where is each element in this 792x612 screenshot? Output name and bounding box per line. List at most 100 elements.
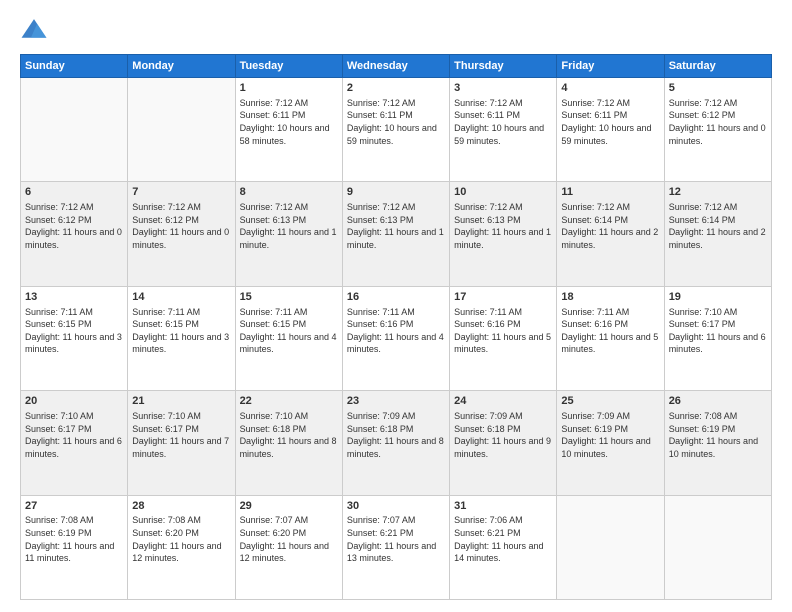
day-info: Sunrise: 7:08 AM Sunset: 6:19 PM Dayligh…	[669, 410, 767, 460]
calendar-cell: 11Sunrise: 7:12 AM Sunset: 6:14 PM Dayli…	[557, 182, 664, 286]
calendar-cell: 22Sunrise: 7:10 AM Sunset: 6:18 PM Dayli…	[235, 391, 342, 495]
weekday-header-tuesday: Tuesday	[235, 55, 342, 78]
day-info: Sunrise: 7:11 AM Sunset: 6:15 PM Dayligh…	[240, 306, 338, 356]
day-info: Sunrise: 7:09 AM Sunset: 6:19 PM Dayligh…	[561, 410, 659, 460]
day-info: Sunrise: 7:10 AM Sunset: 6:17 PM Dayligh…	[669, 306, 767, 356]
day-number: 30	[347, 499, 445, 514]
day-info: Sunrise: 7:07 AM Sunset: 6:21 PM Dayligh…	[347, 514, 445, 564]
calendar-cell: 31Sunrise: 7:06 AM Sunset: 6:21 PM Dayli…	[450, 495, 557, 599]
weekday-header-sunday: Sunday	[21, 55, 128, 78]
calendar-cell: 29Sunrise: 7:07 AM Sunset: 6:20 PM Dayli…	[235, 495, 342, 599]
weekday-header-thursday: Thursday	[450, 55, 557, 78]
day-info: Sunrise: 7:06 AM Sunset: 6:21 PM Dayligh…	[454, 514, 552, 564]
day-info: Sunrise: 7:12 AM Sunset: 6:12 PM Dayligh…	[132, 201, 230, 251]
day-info: Sunrise: 7:12 AM Sunset: 6:13 PM Dayligh…	[240, 201, 338, 251]
calendar-cell: 25Sunrise: 7:09 AM Sunset: 6:19 PM Dayli…	[557, 391, 664, 495]
day-number: 17	[454, 290, 552, 305]
calendar-cell: 7Sunrise: 7:12 AM Sunset: 6:12 PM Daylig…	[128, 182, 235, 286]
day-info: Sunrise: 7:12 AM Sunset: 6:11 PM Dayligh…	[240, 97, 338, 147]
day-info: Sunrise: 7:11 AM Sunset: 6:16 PM Dayligh…	[454, 306, 552, 356]
week-row-5: 27Sunrise: 7:08 AM Sunset: 6:19 PM Dayli…	[21, 495, 772, 599]
day-info: Sunrise: 7:12 AM Sunset: 6:11 PM Dayligh…	[561, 97, 659, 147]
day-info: Sunrise: 7:10 AM Sunset: 6:18 PM Dayligh…	[240, 410, 338, 460]
day-number: 20	[25, 394, 123, 409]
day-info: Sunrise: 7:11 AM Sunset: 6:15 PM Dayligh…	[132, 306, 230, 356]
calendar-cell: 17Sunrise: 7:11 AM Sunset: 6:16 PM Dayli…	[450, 286, 557, 390]
day-info: Sunrise: 7:12 AM Sunset: 6:14 PM Dayligh…	[561, 201, 659, 251]
week-row-4: 20Sunrise: 7:10 AM Sunset: 6:17 PM Dayli…	[21, 391, 772, 495]
day-info: Sunrise: 7:12 AM Sunset: 6:11 PM Dayligh…	[347, 97, 445, 147]
day-info: Sunrise: 7:11 AM Sunset: 6:15 PM Dayligh…	[25, 306, 123, 356]
weekday-header-saturday: Saturday	[664, 55, 771, 78]
day-number: 16	[347, 290, 445, 305]
calendar-cell: 13Sunrise: 7:11 AM Sunset: 6:15 PM Dayli…	[21, 286, 128, 390]
day-number: 10	[454, 185, 552, 200]
day-number: 27	[25, 499, 123, 514]
day-number: 26	[669, 394, 767, 409]
day-number: 23	[347, 394, 445, 409]
calendar-cell: 1Sunrise: 7:12 AM Sunset: 6:11 PM Daylig…	[235, 78, 342, 182]
day-number: 4	[561, 81, 659, 96]
calendar-cell	[21, 78, 128, 182]
day-info: Sunrise: 7:10 AM Sunset: 6:17 PM Dayligh…	[25, 410, 123, 460]
weekday-header-row: SundayMondayTuesdayWednesdayThursdayFrid…	[21, 55, 772, 78]
day-info: Sunrise: 7:12 AM Sunset: 6:11 PM Dayligh…	[454, 97, 552, 147]
day-info: Sunrise: 7:12 AM Sunset: 6:12 PM Dayligh…	[25, 201, 123, 251]
day-info: Sunrise: 7:12 AM Sunset: 6:12 PM Dayligh…	[669, 97, 767, 147]
page: SundayMondayTuesdayWednesdayThursdayFrid…	[0, 0, 792, 612]
day-number: 19	[669, 290, 767, 305]
logo	[20, 16, 52, 44]
weekday-header-wednesday: Wednesday	[342, 55, 449, 78]
header	[20, 16, 772, 44]
calendar-cell: 3Sunrise: 7:12 AM Sunset: 6:11 PM Daylig…	[450, 78, 557, 182]
day-number: 18	[561, 290, 659, 305]
day-number: 13	[25, 290, 123, 305]
day-info: Sunrise: 7:12 AM Sunset: 6:14 PM Dayligh…	[669, 201, 767, 251]
day-number: 24	[454, 394, 552, 409]
day-info: Sunrise: 7:12 AM Sunset: 6:13 PM Dayligh…	[454, 201, 552, 251]
day-number: 22	[240, 394, 338, 409]
calendar-cell: 4Sunrise: 7:12 AM Sunset: 6:11 PM Daylig…	[557, 78, 664, 182]
day-number: 15	[240, 290, 338, 305]
calendar-cell: 21Sunrise: 7:10 AM Sunset: 6:17 PM Dayli…	[128, 391, 235, 495]
day-number: 11	[561, 185, 659, 200]
day-number: 1	[240, 81, 338, 96]
calendar-cell: 10Sunrise: 7:12 AM Sunset: 6:13 PM Dayli…	[450, 182, 557, 286]
calendar-cell: 5Sunrise: 7:12 AM Sunset: 6:12 PM Daylig…	[664, 78, 771, 182]
calendar-cell: 15Sunrise: 7:11 AM Sunset: 6:15 PM Dayli…	[235, 286, 342, 390]
logo-icon	[20, 16, 48, 44]
calendar-table: SundayMondayTuesdayWednesdayThursdayFrid…	[20, 54, 772, 600]
week-row-1: 1Sunrise: 7:12 AM Sunset: 6:11 PM Daylig…	[21, 78, 772, 182]
day-info: Sunrise: 7:11 AM Sunset: 6:16 PM Dayligh…	[561, 306, 659, 356]
calendar-cell: 28Sunrise: 7:08 AM Sunset: 6:20 PM Dayli…	[128, 495, 235, 599]
calendar-cell: 16Sunrise: 7:11 AM Sunset: 6:16 PM Dayli…	[342, 286, 449, 390]
calendar-cell: 20Sunrise: 7:10 AM Sunset: 6:17 PM Dayli…	[21, 391, 128, 495]
day-number: 2	[347, 81, 445, 96]
calendar-cell	[664, 495, 771, 599]
calendar-cell	[557, 495, 664, 599]
day-info: Sunrise: 7:12 AM Sunset: 6:13 PM Dayligh…	[347, 201, 445, 251]
day-number: 9	[347, 185, 445, 200]
day-info: Sunrise: 7:09 AM Sunset: 6:18 PM Dayligh…	[347, 410, 445, 460]
calendar-cell: 23Sunrise: 7:09 AM Sunset: 6:18 PM Dayli…	[342, 391, 449, 495]
day-number: 5	[669, 81, 767, 96]
day-info: Sunrise: 7:09 AM Sunset: 6:18 PM Dayligh…	[454, 410, 552, 460]
calendar-cell: 27Sunrise: 7:08 AM Sunset: 6:19 PM Dayli…	[21, 495, 128, 599]
calendar-cell: 12Sunrise: 7:12 AM Sunset: 6:14 PM Dayli…	[664, 182, 771, 286]
calendar-cell	[128, 78, 235, 182]
day-number: 25	[561, 394, 659, 409]
calendar-cell: 24Sunrise: 7:09 AM Sunset: 6:18 PM Dayli…	[450, 391, 557, 495]
day-number: 31	[454, 499, 552, 514]
day-number: 7	[132, 185, 230, 200]
day-number: 8	[240, 185, 338, 200]
day-info: Sunrise: 7:10 AM Sunset: 6:17 PM Dayligh…	[132, 410, 230, 460]
day-number: 21	[132, 394, 230, 409]
weekday-header-friday: Friday	[557, 55, 664, 78]
calendar-cell: 30Sunrise: 7:07 AM Sunset: 6:21 PM Dayli…	[342, 495, 449, 599]
calendar-cell: 8Sunrise: 7:12 AM Sunset: 6:13 PM Daylig…	[235, 182, 342, 286]
day-number: 28	[132, 499, 230, 514]
calendar-cell: 14Sunrise: 7:11 AM Sunset: 6:15 PM Dayli…	[128, 286, 235, 390]
day-number: 3	[454, 81, 552, 96]
weekday-header-monday: Monday	[128, 55, 235, 78]
day-number: 12	[669, 185, 767, 200]
